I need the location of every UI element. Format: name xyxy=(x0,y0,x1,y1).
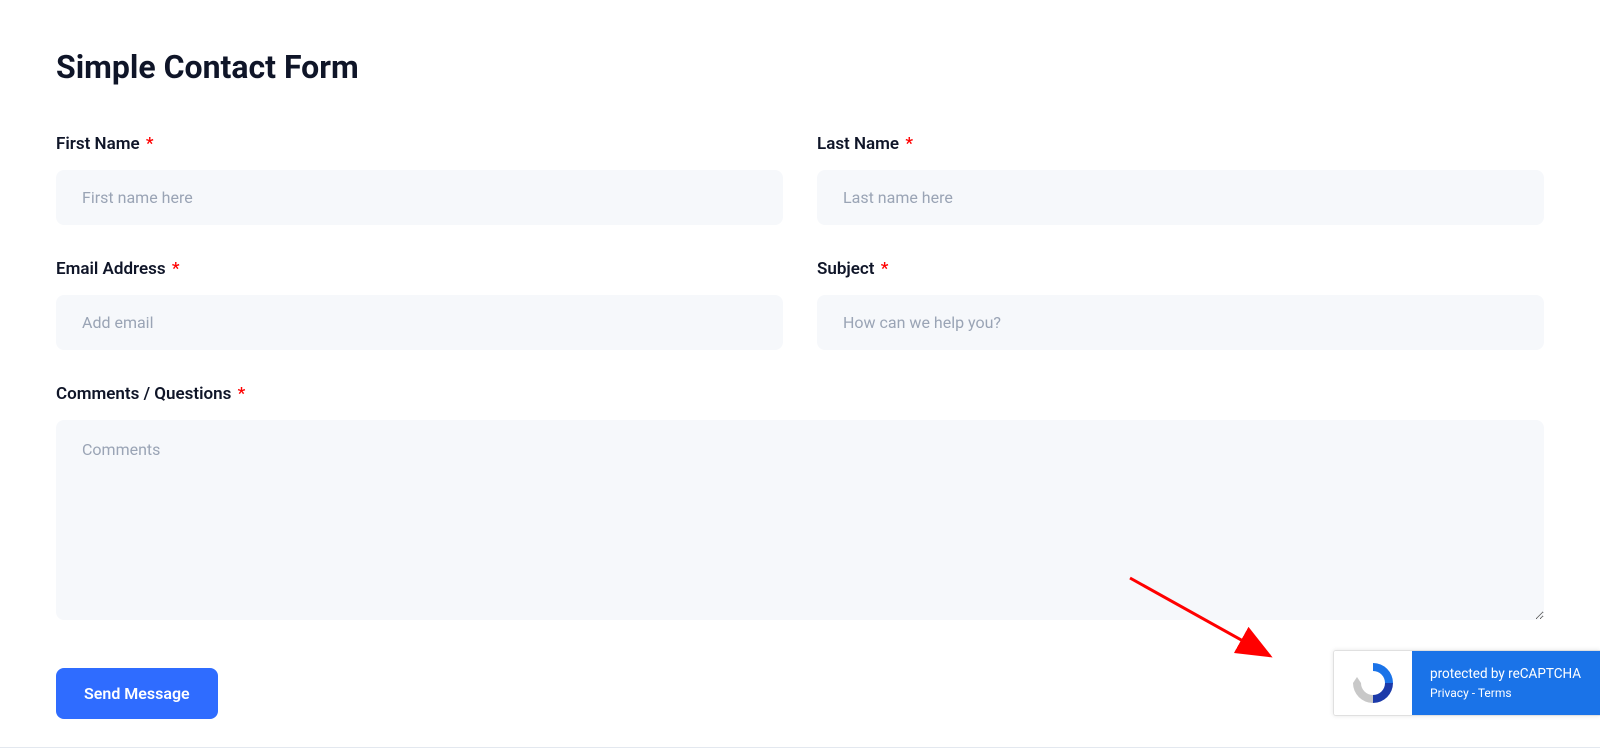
comments-label-text: Comments / Questions xyxy=(56,384,231,404)
form-container: Simple Contact Form First Name * Last Na… xyxy=(0,0,1600,719)
first-name-group: First Name * xyxy=(56,134,783,225)
subject-group: Subject * xyxy=(817,259,1544,350)
recaptcha-title: protected by reCAPTCHA xyxy=(1430,666,1582,682)
email-label: Email Address * xyxy=(56,259,783,279)
last-name-group: Last Name * xyxy=(817,134,1544,225)
last-name-label: Last Name * xyxy=(817,134,1544,154)
comments-textarea[interactable] xyxy=(56,420,1544,620)
recaptcha-links: Privacy - Terms xyxy=(1430,686,1582,700)
recaptcha-icon xyxy=(1349,659,1397,707)
recaptcha-badge[interactable]: protected by reCAPTCHA Privacy - Terms xyxy=(1333,650,1600,716)
email-group: Email Address * xyxy=(56,259,783,350)
recaptcha-text: protected by reCAPTCHA Privacy - Terms xyxy=(1412,651,1600,715)
comments-group: Comments / Questions * xyxy=(56,384,1544,620)
form-row-1: First Name * Last Name * xyxy=(56,134,1544,225)
required-marker: * xyxy=(146,134,154,154)
required-marker: * xyxy=(172,259,180,279)
recaptcha-terms-link[interactable]: Terms xyxy=(1478,686,1512,700)
subject-label-text: Subject xyxy=(817,259,875,279)
subject-input[interactable] xyxy=(817,295,1544,350)
email-label-text: Email Address xyxy=(56,259,166,279)
last-name-input[interactable] xyxy=(817,170,1544,225)
comments-label: Comments / Questions * xyxy=(56,384,1544,404)
required-marker: * xyxy=(238,384,246,404)
first-name-label: First Name * xyxy=(56,134,783,154)
required-marker: * xyxy=(881,259,889,279)
first-name-input[interactable] xyxy=(56,170,783,225)
form-row-3: Comments / Questions * xyxy=(56,384,1544,620)
last-name-label-text: Last Name xyxy=(817,134,899,154)
required-marker: * xyxy=(905,134,913,154)
recaptcha-privacy-link[interactable]: Privacy xyxy=(1430,686,1469,700)
email-input[interactable] xyxy=(56,295,783,350)
recaptcha-icon-wrap xyxy=(1334,651,1412,715)
recaptcha-separator: - xyxy=(1469,686,1478,700)
first-name-label-text: First Name xyxy=(56,134,140,154)
subject-label: Subject * xyxy=(817,259,1544,279)
submit-button[interactable]: Send Message xyxy=(56,668,218,719)
form-row-2: Email Address * Subject * xyxy=(56,259,1544,350)
page-title: Simple Contact Form xyxy=(56,48,1544,86)
